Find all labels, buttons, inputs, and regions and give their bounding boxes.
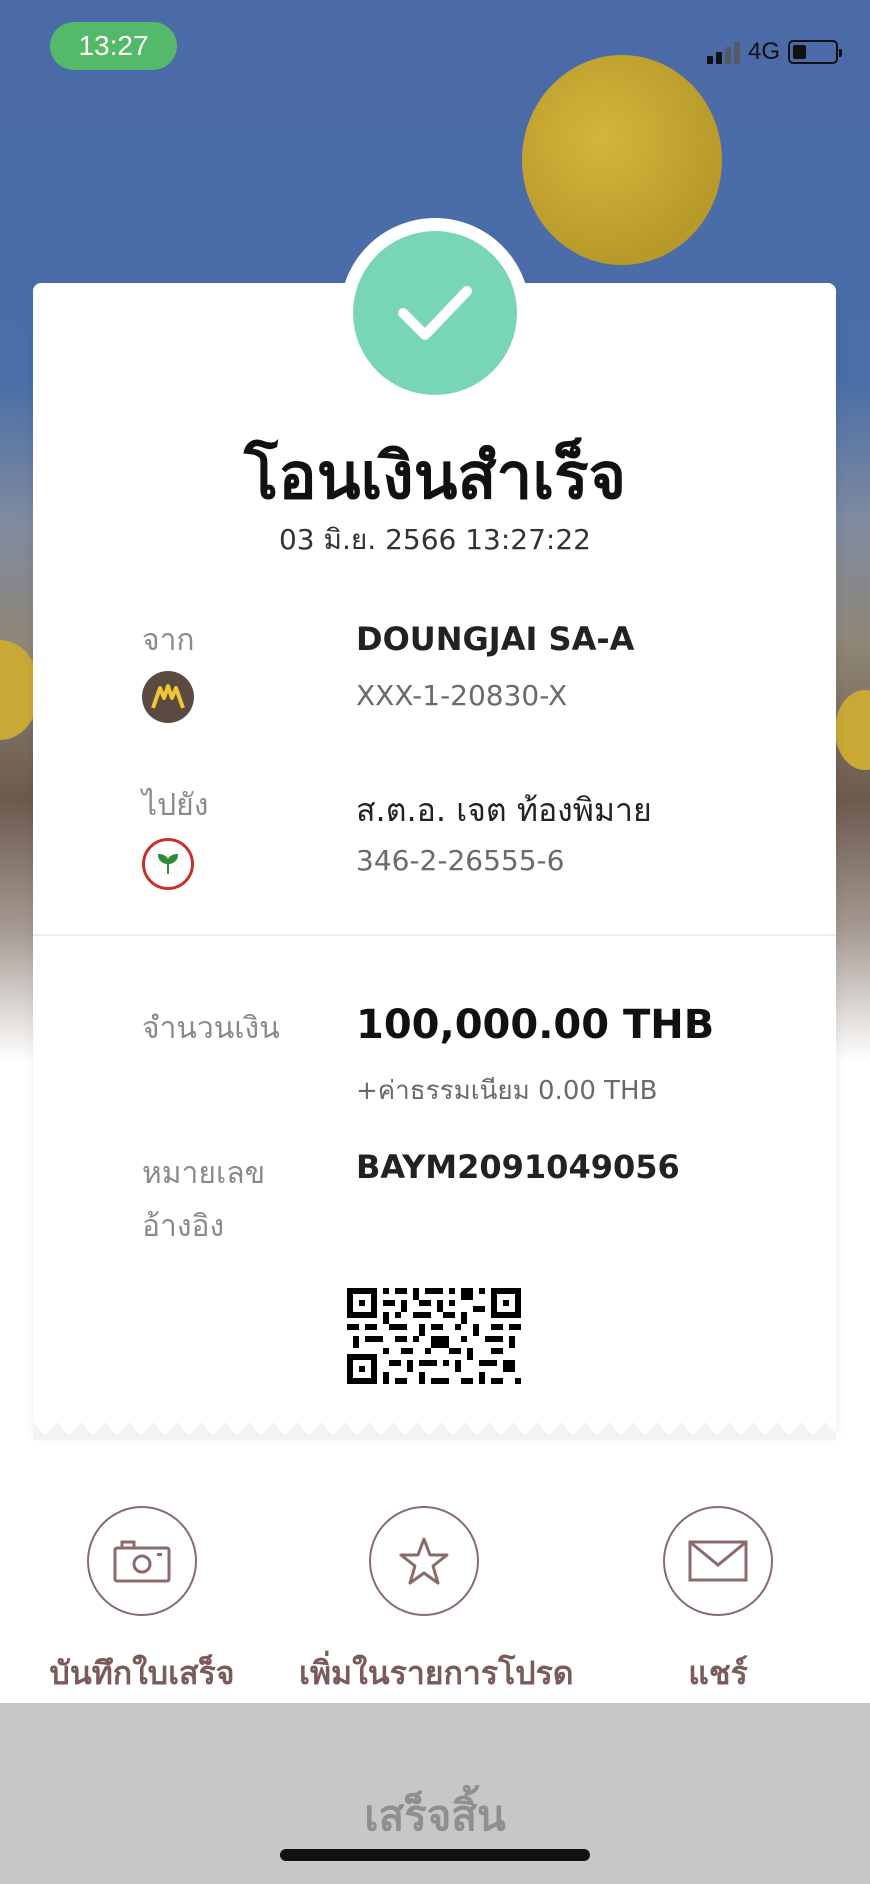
sender-account: XXX-1-20830-X xyxy=(356,679,568,712)
success-check-icon xyxy=(353,231,517,395)
transaction-datetime: 03 มิ.ย. 2566 13:27:22 xyxy=(278,523,591,556)
reference-label-line1: หมายเลข xyxy=(142,1156,266,1191)
share-label: แชร์ xyxy=(688,1654,748,1692)
from-label: จาก xyxy=(142,623,195,658)
recipient-name: ส.ต.อ. เจต ท้องพิมาย xyxy=(356,791,652,829)
receipt-zigzag-edge xyxy=(33,1422,836,1440)
status-indicators: 4G xyxy=(706,38,842,66)
amount-value: 100,000.00 THB xyxy=(356,1002,715,1048)
network-type: 4G xyxy=(747,38,780,65)
signal-icon xyxy=(706,40,740,64)
reference-label-line2: อ้างอิง xyxy=(142,1209,225,1244)
balloon-decoration xyxy=(522,55,722,265)
recipient-account: 346-2-26555-6 xyxy=(356,844,565,877)
home-indicator xyxy=(280,1849,590,1861)
share-button[interactable]: แชร์ xyxy=(593,1506,843,1699)
sender-name: DOUNGJAI SA-A xyxy=(356,620,635,658)
page-title: โอนเงินสำเร็จ xyxy=(243,440,627,514)
save-receipt-button[interactable]: บันทึกใบเสร็จ xyxy=(17,1506,267,1699)
add-favorite-button[interactable]: เพิ่มในรายการโปรด xyxy=(299,1506,574,1699)
divider xyxy=(33,934,836,936)
battery-icon xyxy=(788,40,842,64)
star-icon xyxy=(369,1506,479,1616)
done-button-label: เสร็จสิ้น xyxy=(364,1791,506,1840)
kasikorn-bank-icon xyxy=(142,838,194,890)
save-receipt-label: บันทึกใบเสร็จ xyxy=(49,1654,235,1692)
camera-icon xyxy=(87,1506,197,1616)
reference-value: BAYM2091049056 xyxy=(356,1148,680,1186)
to-label: ไปยัง xyxy=(142,788,209,823)
add-favorite-label: เพิ่มในรายการโปรด xyxy=(299,1654,574,1692)
amount-label: จำนวนเงิน xyxy=(142,1011,280,1046)
status-time: 13:27 xyxy=(50,22,177,70)
qr-code xyxy=(347,1288,521,1384)
krungsri-bank-icon xyxy=(142,671,194,723)
mail-icon xyxy=(663,1506,773,1616)
fee-text: +ค่าธรรมเนียม 0.00 THB xyxy=(356,1076,658,1106)
